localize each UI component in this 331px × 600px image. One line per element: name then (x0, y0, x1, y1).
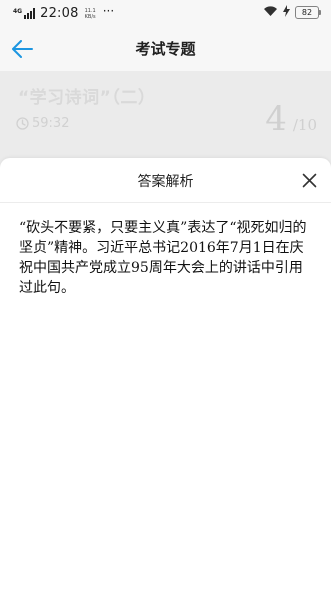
network-label: 4G (13, 8, 23, 15)
wifi-icon (263, 5, 278, 20)
bolt-icon (283, 5, 290, 20)
answer-sheet: 答案解析 “砍头不要紧，只要主义真”表达了“视死如归的坚贞”精神。习近平总书记2… (0, 158, 331, 600)
status-bar: 4G 22:08 11.1 KB/s ··· 82 (0, 0, 331, 26)
close-button[interactable] (299, 170, 319, 190)
close-icon (302, 173, 316, 187)
network-speed-unit: KB/s (84, 13, 96, 20)
sheet-header: 答案解析 (0, 158, 331, 203)
app-header: 考试专题 (0, 26, 331, 71)
quiz-title: “学习诗词”（二） (18, 88, 156, 108)
timer-value: 59:32 (32, 116, 70, 131)
question-progress: 4 /10 (265, 99, 317, 139)
progress-current: 4 (265, 99, 287, 139)
battery-icon: 82 (295, 6, 321, 19)
quiz-info: “学习诗词”（二） 59:32 4 /10 (0, 71, 331, 171)
progress-total: /10 (292, 116, 317, 134)
network-speed: 11.1 KB/s (85, 8, 96, 20)
status-left: 4G 22:08 11.1 KB/s ··· (13, 3, 115, 22)
battery-level: 82 (295, 6, 319, 19)
answer-explanation: “砍头不要紧，只要主义真”表达了“视死如归的坚贞”精神。习近平总书记2016年7… (19, 220, 307, 296)
status-right: 82 (263, 5, 321, 20)
sheet-title: 答案解析 (137, 174, 194, 190)
more-notifications-icon: ··· (102, 3, 115, 18)
quiz-timer: 59:32 (16, 116, 69, 131)
signal-icon: 4G (13, 8, 36, 19)
page-title: 考试专题 (135, 40, 196, 58)
status-time: 22:08 (40, 6, 79, 21)
clock-icon (16, 117, 29, 130)
